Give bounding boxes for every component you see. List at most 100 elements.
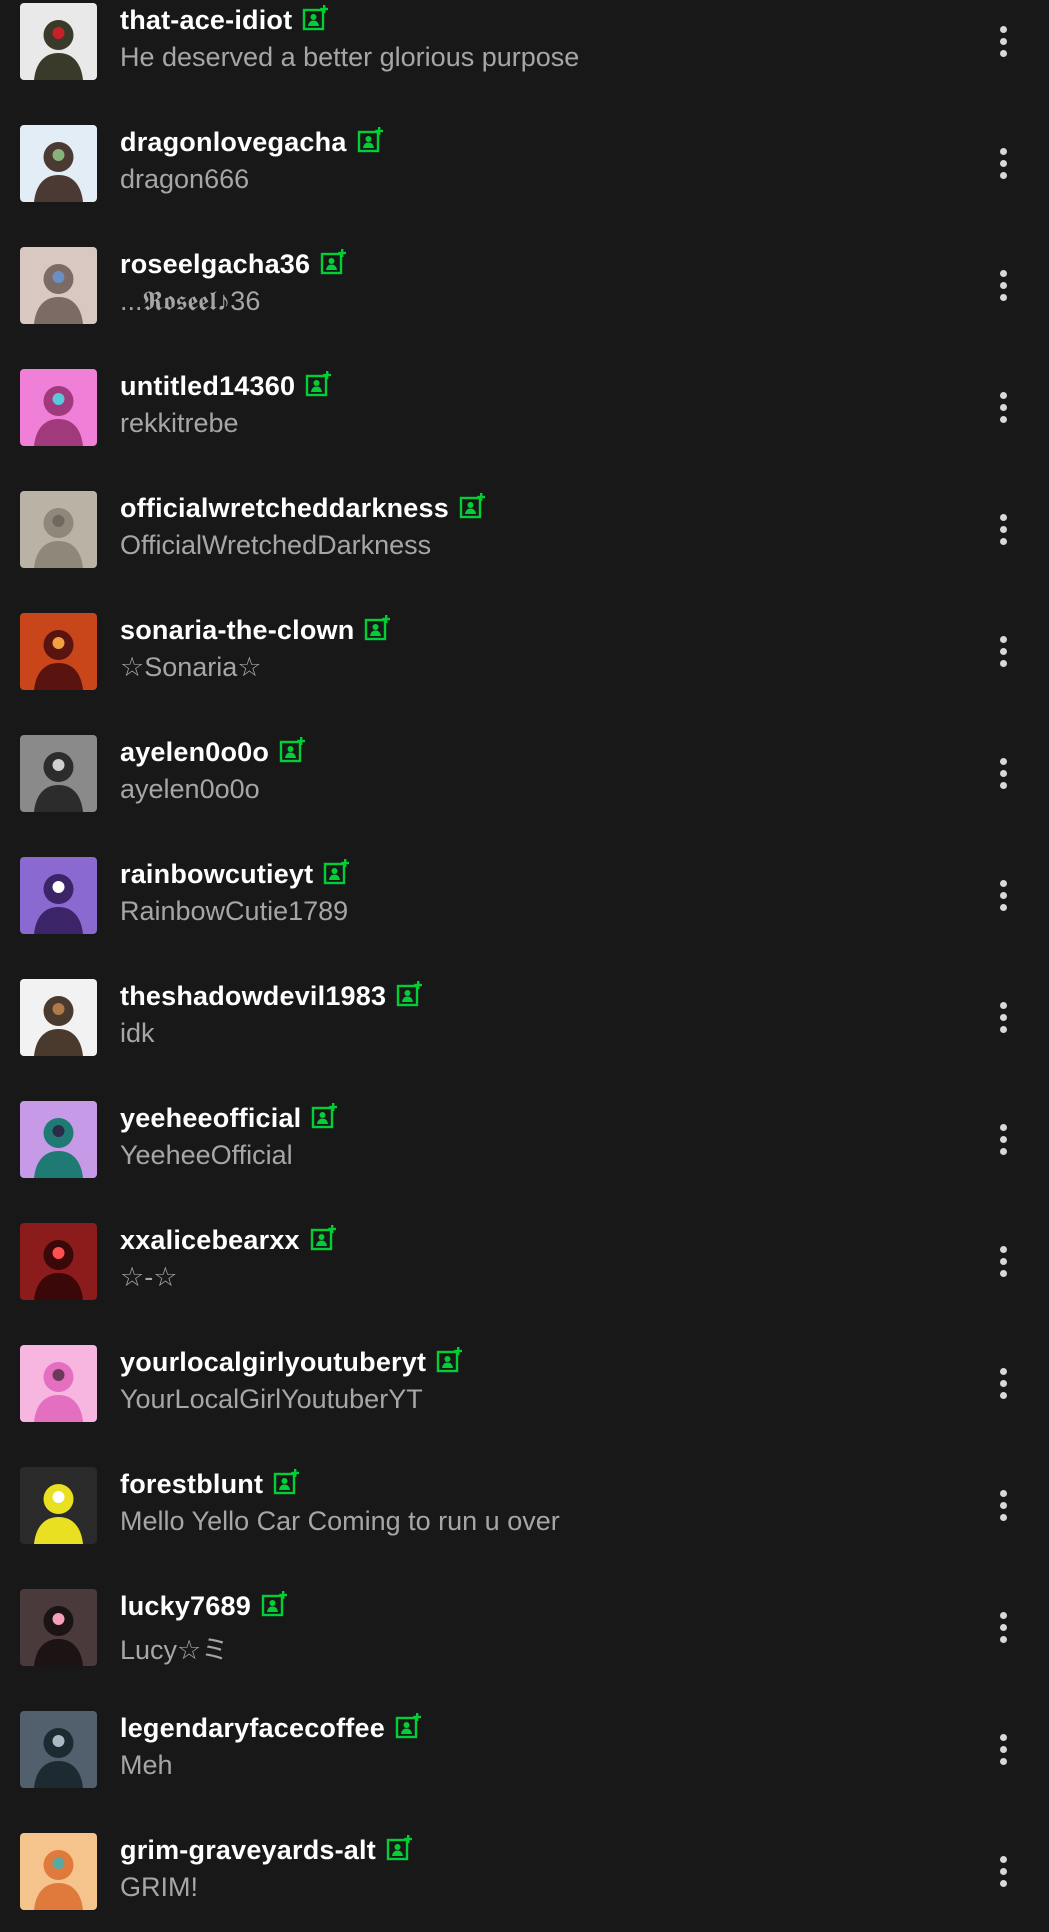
avatar[interactable] (20, 857, 97, 934)
name-line: yourlocalgirlyoutuberyt (120, 1344, 463, 1380)
avatar[interactable] (20, 3, 97, 80)
username[interactable]: xxalicebearxx (120, 1225, 300, 1256)
menu-dot (999, 37, 1007, 45)
user-row[interactable]: yeeheeofficial YeeheeOfficial (0, 1078, 1049, 1200)
username[interactable]: forestblunt (120, 1469, 263, 1500)
avatar[interactable] (20, 735, 97, 812)
follow-icon[interactable] (311, 1103, 338, 1129)
avatar[interactable] (20, 1345, 97, 1422)
user-row[interactable]: roseelgacha36 ...𝕽𝖔𝖘𝖊𝖊𝖑♪36 (0, 224, 1049, 346)
avatar[interactable] (20, 1467, 97, 1544)
follow-icon[interactable] (395, 1713, 421, 1739)
avatar[interactable] (20, 979, 97, 1056)
menu-dot (999, 281, 1007, 289)
avatar[interactable] (20, 247, 97, 324)
user-row[interactable]: officialwretcheddarkness OfficialWretched… (0, 468, 1049, 590)
menu-dot (999, 159, 1007, 167)
follow-icon[interactable] (320, 249, 347, 275)
follow-icon[interactable] (273, 1469, 300, 1495)
menu-dot (999, 537, 1007, 545)
avatar[interactable] (20, 1223, 97, 1300)
more-vertical-icon[interactable] (985, 626, 1021, 676)
follow-icon[interactable] (364, 615, 391, 641)
username[interactable]: that-ace-idiot (120, 5, 292, 36)
user-row[interactable]: sonaria-the-clown ☆Sonaria☆ (0, 590, 1049, 712)
username[interactable]: legendaryfacecoffee (120, 1713, 385, 1744)
name-line: rainbowcutieyt (120, 856, 350, 892)
username[interactable]: ayelen0o0o (120, 737, 269, 768)
username[interactable]: roseelgacha36 (120, 249, 310, 280)
menu-dot (999, 1025, 1007, 1033)
menu-dot (999, 1001, 1007, 1009)
blog-title: RainbowCutie1789 (120, 896, 349, 926)
more-vertical-icon[interactable] (985, 382, 1021, 432)
username[interactable]: yourlocalgirlyoutuberyt (120, 1347, 426, 1378)
avatar[interactable] (20, 369, 97, 446)
follow-icon[interactable] (436, 1347, 463, 1373)
username[interactable]: dragonlovegacha (120, 127, 347, 158)
more-vertical-icon[interactable] (985, 1724, 1021, 1774)
username[interactable]: sonaria-the-clown (120, 615, 354, 646)
more-vertical-icon[interactable] (985, 870, 1021, 920)
user-row[interactable]: that-ace-idiot He deserved a better glori… (0, 0, 1049, 102)
username[interactable]: yeeheeofficial (120, 1103, 301, 1134)
user-row[interactable]: legendaryfacecoffee Meh (0, 1688, 1049, 1810)
user-row[interactable]: yourlocalgirlyoutuberyt YourLocalGirlYout… (0, 1322, 1049, 1444)
more-vertical-icon[interactable] (985, 504, 1021, 554)
follow-icon[interactable] (279, 737, 306, 763)
menu-dot (999, 903, 1007, 911)
avatar[interactable] (20, 1833, 97, 1910)
more-vertical-icon[interactable] (985, 260, 1021, 310)
menu-dot (999, 1733, 1007, 1741)
username[interactable]: lucky7689 (120, 1591, 251, 1622)
user-row[interactable]: rainbowcutieyt RainbowCutie1789 (0, 834, 1049, 956)
avatar[interactable] (20, 1101, 97, 1178)
avatar[interactable] (20, 1589, 97, 1666)
more-vertical-icon[interactable] (985, 138, 1021, 188)
user-row[interactable]: forestblunt Mello Yello Car Coming to run… (0, 1444, 1049, 1566)
menu-dot (999, 1745, 1007, 1753)
follow-icon[interactable] (302, 5, 329, 31)
blog-title: ...𝕽𝖔𝖘𝖊𝖊𝖑♪36 (120, 286, 261, 316)
name-line: xxalicebearxx (120, 1222, 336, 1258)
follow-icon[interactable] (357, 127, 383, 153)
follow-icon[interactable] (305, 371, 332, 397)
more-vertical-icon[interactable] (985, 1602, 1021, 1652)
menu-dot (999, 1867, 1007, 1875)
more-vertical-icon[interactable] (985, 1480, 1021, 1530)
more-vertical-icon[interactable] (985, 16, 1021, 66)
avatar[interactable] (20, 125, 97, 202)
follow-icon[interactable] (386, 1835, 412, 1861)
follow-icon[interactable] (310, 1225, 336, 1251)
menu-dot (999, 1391, 1007, 1399)
more-vertical-icon[interactable] (985, 748, 1021, 798)
avatar[interactable] (20, 1711, 97, 1788)
menu-dot (999, 1489, 1007, 1497)
user-row[interactable]: grim-graveyards-alt GRIM! (0, 1810, 1049, 1932)
follow-icon[interactable] (459, 493, 485, 519)
username[interactable]: grim-graveyards-alt (120, 1835, 376, 1866)
follow-icon[interactable] (261, 1591, 287, 1617)
more-vertical-icon[interactable] (985, 1236, 1021, 1286)
username[interactable]: theshadowdevil1983 (120, 981, 386, 1012)
user-row[interactable]: dragonlovegacha dragon666 (0, 102, 1049, 224)
user-row[interactable]: xxalicebearxx ☆-☆ (0, 1200, 1049, 1322)
user-row[interactable]: lucky7689 Lucy☆ミ (0, 1566, 1049, 1688)
avatar[interactable] (20, 613, 97, 690)
blog-title: rekkitrebe (120, 408, 239, 438)
username[interactable]: officialwretcheddarkness (120, 493, 449, 524)
username[interactable]: rainbowcutieyt (120, 859, 313, 890)
user-row[interactable]: ayelen0o0o ayelen0o0o (0, 712, 1049, 834)
more-vertical-icon[interactable] (985, 1846, 1021, 1896)
more-vertical-icon[interactable] (985, 1358, 1021, 1408)
user-row[interactable]: theshadowdevil1983 idk (0, 956, 1049, 1078)
follow-icon[interactable] (323, 859, 350, 885)
more-vertical-icon[interactable] (985, 1114, 1021, 1164)
menu-dot (999, 1379, 1007, 1387)
user-row[interactable]: untitled14360 rekkitrebe (0, 346, 1049, 468)
username[interactable]: untitled14360 (120, 371, 295, 402)
menu-dot (999, 1635, 1007, 1643)
more-vertical-icon[interactable] (985, 992, 1021, 1042)
follow-icon[interactable] (396, 981, 423, 1007)
avatar[interactable] (20, 491, 97, 568)
